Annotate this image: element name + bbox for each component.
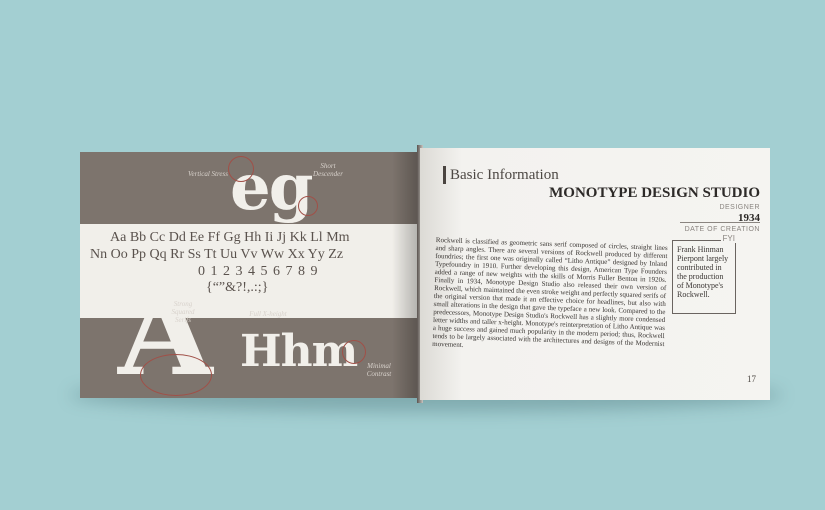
- left-page: eg Vertical Stress Short Descender Aa Bb…: [80, 150, 420, 398]
- contrast-circle: [342, 340, 366, 364]
- fyi-text: Frank Hinman Pierpont largely contribute…: [677, 245, 729, 299]
- short-descender-label: Short Descender: [313, 162, 343, 178]
- left-gutter-shade: [392, 152, 420, 398]
- heading-bar: [443, 166, 446, 184]
- descender-circle: [298, 196, 318, 216]
- minimal-contrast-label: Minimal Contrast: [366, 362, 392, 378]
- fyi-tag: FYI: [720, 234, 737, 243]
- right-page: Basic Information MONOTYPE DESIGN STUDIO…: [420, 148, 770, 400]
- page-number: 17: [747, 374, 756, 384]
- full-x-height-label: Full X-height: [249, 310, 287, 318]
- alphabet-line-1: Aa Bb Cc Dd Ee Ff Gg Hh Ii Jj Kk Ll Mm: [110, 230, 350, 245]
- body-text: Rockwell is classified as geometric sans…: [432, 236, 668, 350]
- divider: [680, 222, 760, 223]
- vertical-stress-label: Vertical Stress: [188, 170, 228, 178]
- fyi-box: FYI Frank Hinman Pierpont largely contri…: [672, 234, 737, 314]
- strong-serifs-label: Strong Squared Serifs: [171, 300, 195, 324]
- hhm-specimen: Hhm: [240, 326, 358, 377]
- stress-circle: [228, 156, 254, 182]
- serif-circle: [140, 354, 212, 396]
- designer-label: DESIGNER: [719, 204, 760, 211]
- date-label: DATE OF CREATION: [684, 226, 760, 233]
- open-book: eg Vertical Stress Short Descender Aa Bb…: [0, 0, 825, 510]
- section-heading: Basic Information: [450, 167, 559, 183]
- designer-name: MONOTYPE DESIGN STUDIO: [549, 185, 760, 201]
